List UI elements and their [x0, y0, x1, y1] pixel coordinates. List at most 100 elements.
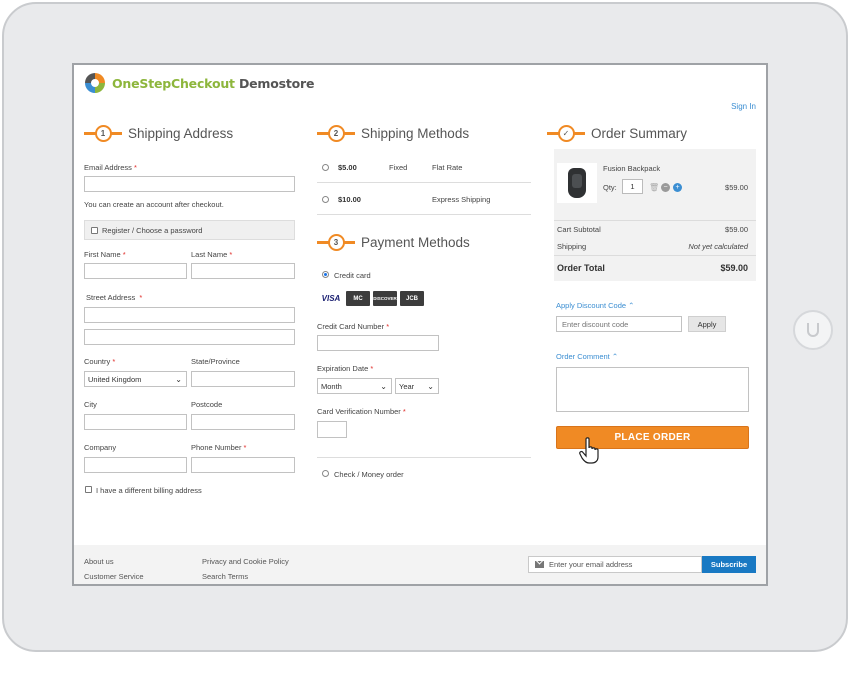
footer-link-about[interactable]: About us: [84, 557, 114, 566]
apply-button[interactable]: Apply: [688, 316, 726, 332]
hand-cursor-icon: [579, 437, 599, 464]
first-name-field[interactable]: [84, 263, 187, 279]
register-box[interactable]: Register / Choose a password: [84, 220, 295, 240]
footer-link-privacy[interactable]: Privacy and Cookie Policy: [202, 557, 289, 566]
chevron-down-icon: ⌄: [380, 382, 387, 391]
product-image: [557, 163, 597, 203]
section-title: Shipping Address: [128, 125, 234, 141]
required-mark: *: [139, 293, 143, 302]
product-name: Fusion Backpack: [603, 164, 661, 173]
shipping-option-flat-rate[interactable]: $5.00 Fixed Flat Rate: [317, 151, 531, 183]
cvv-field[interactable]: [317, 421, 347, 438]
qty-value: 1: [630, 182, 635, 191]
expiration-label-text: Expiration Date: [317, 364, 369, 373]
shipping-price: $10.00: [338, 195, 361, 204]
shipping-radio[interactable]: [322, 196, 329, 203]
minus-icon[interactable]: −: [661, 183, 670, 192]
last-name-field[interactable]: [191, 263, 295, 279]
footer-link-search-terms[interactable]: Search Terms: [202, 572, 248, 581]
postcode-label: Postcode: [191, 400, 223, 409]
step-number: 3: [327, 233, 345, 251]
month-value: Month: [321, 381, 342, 391]
cvv-label-text: Card Verification Number: [317, 407, 401, 416]
step-3-badge: 3: [317, 233, 355, 251]
country-select[interactable]: United Kingdom ⌄: [84, 371, 187, 387]
section-title: Order Summary: [591, 125, 688, 141]
apply-discount-link[interactable]: Apply Discount Code ⌃: [556, 301, 634, 310]
shipping-address-header: 1 Shipping Address: [84, 124, 233, 142]
expiration-year-select[interactable]: Year ⌄: [395, 378, 439, 394]
order-comment-text: Order Comment: [556, 352, 610, 361]
shipping-value: Not yet calculated: [688, 242, 748, 251]
newsletter-input[interactable]: Enter your email address: [528, 556, 702, 573]
first-name-label-text: First Name: [84, 250, 121, 259]
logo-mark-icon: [84, 72, 106, 94]
plus-icon[interactable]: +: [673, 183, 682, 192]
sign-in-link[interactable]: Sign In: [731, 102, 756, 111]
check-money-order-label: Check / Money order: [334, 470, 404, 479]
street-line-1-field[interactable]: [84, 307, 295, 323]
home-button-icon: [807, 323, 819, 337]
mastercard-icon: MC: [346, 291, 370, 306]
footer-link-customer-service[interactable]: Customer Service: [84, 572, 144, 581]
qty-input[interactable]: 1: [622, 179, 643, 194]
required-mark: *: [122, 250, 126, 259]
country-label-text: Country: [84, 357, 111, 366]
required-mark: *: [402, 407, 406, 416]
cc-number-label: Credit Card Number *: [317, 322, 389, 331]
phone-label-text: Phone Number: [191, 443, 242, 452]
payment-methods-header: 3 Payment Methods: [317, 233, 470, 251]
shipping-price: $5.00: [338, 163, 357, 172]
year-value: Year: [399, 381, 415, 391]
divider: [554, 220, 756, 221]
city-label: City: [84, 400, 97, 409]
shipping-radio[interactable]: [322, 164, 329, 171]
state-field[interactable]: [191, 371, 295, 387]
cc-number-field[interactable]: [317, 335, 439, 351]
order-summary-box: Fusion Backpack Qty: 1 🗑 − + $59.00 Cart…: [554, 149, 756, 281]
credit-card-radio[interactable]: [322, 271, 329, 278]
required-mark: *: [386, 322, 390, 331]
street-label-text: Street Address: [86, 293, 136, 302]
subscribe-button[interactable]: Subscribe: [702, 556, 756, 573]
order-comment-link[interactable]: Order Comment ⌃: [556, 352, 618, 361]
expiration-label: Expiration Date *: [317, 364, 373, 373]
discount-code-input[interactable]: [556, 316, 682, 332]
cc-number-label-text: Credit Card Number: [317, 322, 385, 331]
cvv-label: Card Verification Number *: [317, 407, 406, 416]
subtotal-value: $59.00: [725, 225, 748, 234]
chevron-up-icon: ⌃: [611, 352, 619, 361]
trash-icon[interactable]: 🗑: [649, 183, 659, 192]
required-mark: *: [229, 250, 233, 259]
phone-field[interactable]: [191, 457, 295, 473]
chevron-up-icon: ⌃: [628, 301, 635, 310]
home-button[interactable]: [793, 310, 833, 350]
section-title: Payment Methods: [361, 234, 470, 250]
payment-divider: [317, 457, 531, 458]
order-comment-textarea[interactable]: [556, 367, 749, 412]
check-icon: ✓: [557, 124, 575, 142]
product-price: $59.00: [725, 183, 748, 192]
postcode-field[interactable]: [191, 414, 295, 430]
billing-checkbox[interactable]: [85, 486, 92, 493]
first-name-label: First Name *: [84, 250, 126, 259]
expiration-month-select[interactable]: Month ⌄: [317, 378, 392, 394]
state-label: State/Province: [191, 357, 240, 366]
check-money-order-radio[interactable]: [322, 470, 329, 477]
chevron-down-icon: ⌄: [175, 375, 182, 384]
shipping-method-title: Fixed: [389, 163, 408, 172]
visa-icon: VISA: [321, 294, 341, 303]
register-checkbox[interactable]: [91, 227, 98, 234]
step-4-badge: ✓: [547, 124, 585, 142]
street-line-2-field[interactable]: [84, 329, 295, 345]
step-number: 2: [327, 124, 345, 142]
store-logo[interactable]: OneStepCheckout Demostore: [84, 72, 314, 94]
shipping-option-express[interactable]: $10.00 Express Shipping: [317, 183, 531, 215]
qty-label: Qty:: [603, 183, 617, 192]
chevron-down-icon: ⌄: [427, 382, 434, 391]
company-field[interactable]: [84, 457, 187, 473]
city-field[interactable]: [84, 414, 187, 430]
email-field[interactable]: [84, 176, 295, 192]
required-mark: *: [370, 364, 374, 373]
last-name-label: Last Name *: [191, 250, 232, 259]
